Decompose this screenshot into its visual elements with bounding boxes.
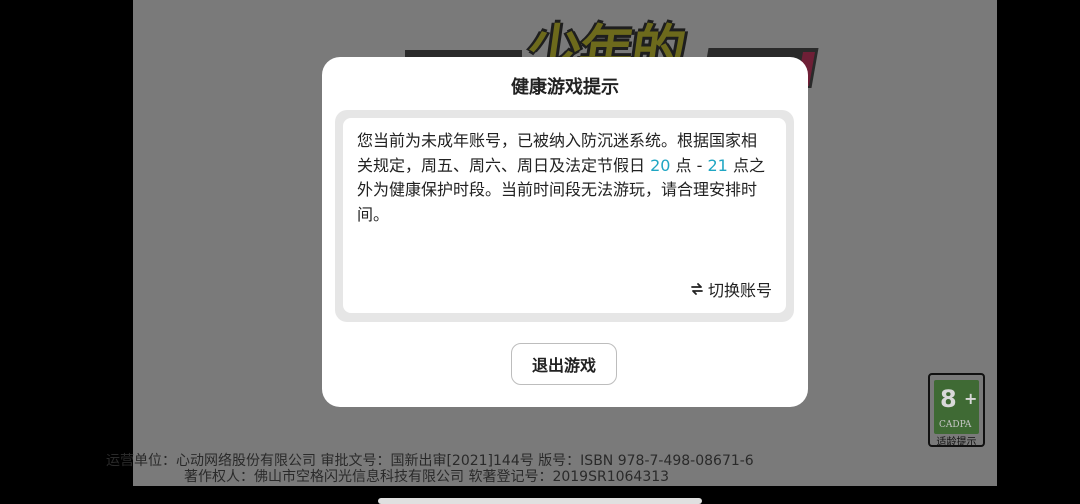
notice-panel: 您当前为未成年账号，已被纳入防沉迷系统。根据国家相关规定，周五、周六、周日及法定… (335, 110, 794, 322)
end-hour: 21 (707, 155, 728, 175)
age-rating-badge: 8 + CADPA 适龄提示 (928, 373, 985, 448)
gesture-navigation-bar[interactable] (378, 498, 702, 504)
rating-panel: 8 + CADPA (934, 380, 979, 434)
health-game-dialog: 健康游戏提示 您当前为未成年账号，已被纳入防沉迷系统。根据国家相关规定，周五、周… (322, 57, 808, 407)
rating-age: 8 (940, 385, 957, 413)
anti-addiction-notice: 您当前为未成年账号，已被纳入防沉迷系统。根据国家相关规定，周五、周六、周日及法定… (357, 129, 767, 227)
rating-label: 适龄提示 (936, 437, 977, 448)
exit-game-button[interactable]: 退出游戏 (511, 343, 617, 385)
rating-org: CADPA (939, 420, 972, 430)
letterbox-right (997, 0, 1080, 486)
start-hour: 20 (650, 155, 671, 175)
rating-plus: + (964, 389, 978, 408)
swap-icon (691, 283, 703, 295)
footer-copyright-info: 著作权人：佛山市空格闪光信息科技有限公司 软著登记号：2019SR1064313 (184, 469, 670, 485)
switch-account-button[interactable]: 切换账号 (690, 277, 772, 301)
letterbox-left (0, 0, 133, 486)
notice-text: 点 - (670, 155, 708, 175)
dialog-title: 健康游戏提示 (511, 77, 619, 98)
notice-card: 您当前为未成年账号，已被纳入防沉迷系统。根据国家相关规定，周五、周六、周日及法定… (343, 118, 786, 313)
switch-account-label: 切换账号 (707, 281, 772, 300)
